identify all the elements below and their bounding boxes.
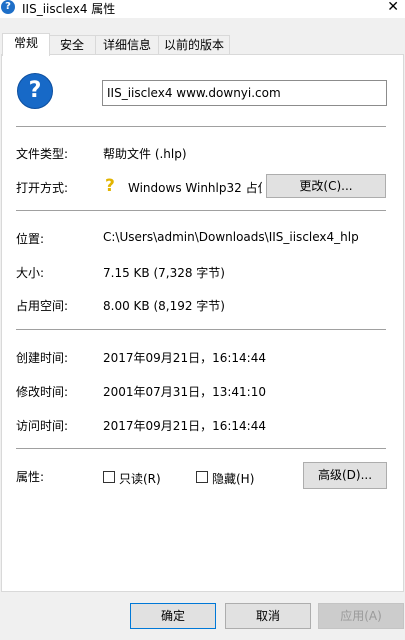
modified-value: 2001年07月31日，13:41:10 <box>103 385 266 399</box>
general-panel: ? IIS_iisclex4 www.downyi.com 文件类型: 帮助文件… <box>1 54 404 592</box>
apply-button[interactable]: 应用(A) <box>318 603 404 629</box>
size-label: 大小: <box>16 266 45 280</box>
tab-strip: 常规 安全 详细信息 以前的版本 <box>0 33 405 56</box>
help-file-icon: ? <box>17 73 53 109</box>
tab-general[interactable]: 常规 <box>2 33 50 56</box>
hidden-checkbox[interactable] <box>196 471 208 483</box>
open-with-value: Windows Winhlp32 占位 <box>128 181 262 195</box>
disk-size-label: 占用空间: <box>16 299 69 313</box>
accessed-value: 2017年09月21日，16:14:44 <box>103 419 266 433</box>
file-type-label: 文件类型: <box>16 147 69 161</box>
tab-previous-versions[interactable]: 以前的版本 <box>158 35 230 55</box>
open-with-label: 打开方式: <box>16 181 69 195</box>
change-button[interactable]: 更改(C)... <box>266 174 386 198</box>
tab-details[interactable]: 详细信息 <box>95 35 159 55</box>
file-type-value: 帮助文件 (.hlp) <box>103 147 187 161</box>
readonly-checkbox[interactable] <box>103 471 115 483</box>
help-question-icon: ? <box>1 0 15 14</box>
divider <box>16 329 386 330</box>
ok-button[interactable]: 确定 <box>130 603 216 629</box>
attributes-label: 属性: <box>16 470 45 484</box>
created-label: 创建时间: <box>16 351 69 365</box>
hidden-label[interactable]: 隐藏(H) <box>212 470 254 487</box>
accessed-label: 访问时间: <box>16 419 69 433</box>
window-title: IIS_iisclex4 属性 <box>22 2 116 16</box>
title-bar: ? IIS_iisclex4 属性 ✕ <box>0 0 405 18</box>
readonly-label[interactable]: 只读(R) <box>119 470 161 487</box>
divider <box>16 448 386 449</box>
divider <box>16 210 386 211</box>
file-name-input[interactable]: IIS_iisclex4 www.downyi.com <box>102 80 387 106</box>
size-value: 7.15 KB (7,328 字节) <box>103 266 225 280</box>
location-value: C:\Users\admin\Downloads\IIS_iisclex4_hl… <box>103 230 359 244</box>
modified-label: 修改时间: <box>16 385 69 399</box>
location-label: 位置: <box>16 232 45 246</box>
disk-size-value: 8.00 KB (8,192 字节) <box>103 299 225 313</box>
winhlp-icon: ? <box>105 176 115 196</box>
tab-security[interactable]: 安全 <box>48 35 96 55</box>
cancel-button[interactable]: 取消 <box>225 603 311 629</box>
divider <box>16 126 386 127</box>
advanced-button[interactable]: 高级(D)... <box>303 462 387 489</box>
close-icon[interactable]: ✕ <box>387 0 399 15</box>
created-value: 2017年09月21日，16:14:44 <box>103 351 266 365</box>
